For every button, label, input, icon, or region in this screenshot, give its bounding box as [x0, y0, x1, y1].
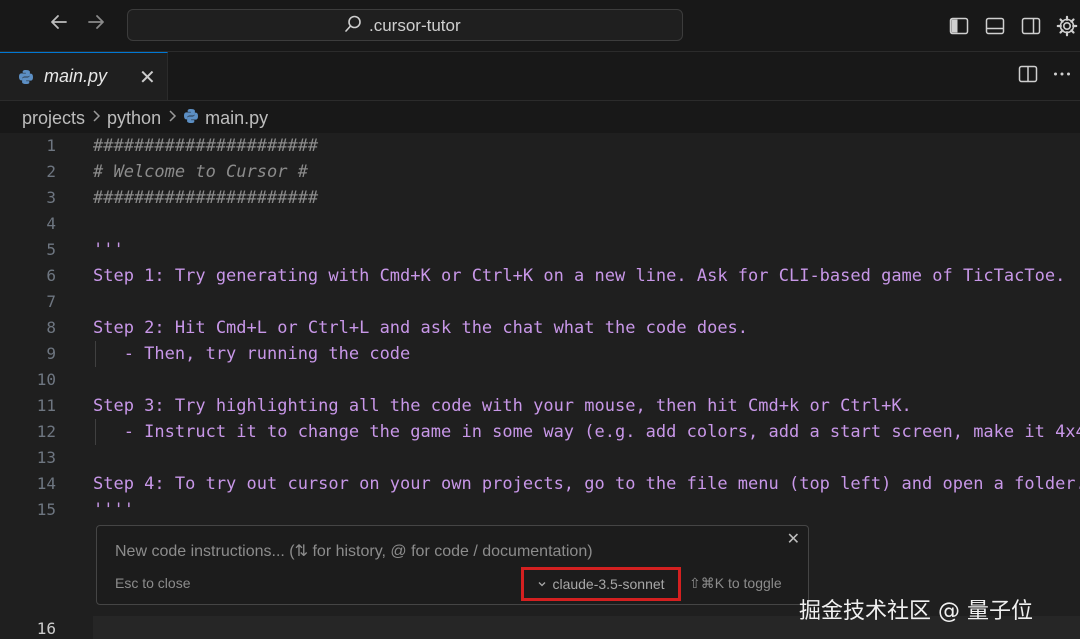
line-number: 13: [36, 448, 56, 467]
editor-tab-bar: main.py ✕: [0, 52, 1080, 101]
chevron-right-icon: [91, 109, 101, 128]
line-number: 4: [46, 214, 56, 233]
tab-label: main.py: [44, 66, 108, 86]
line-number: 10: [36, 370, 56, 389]
python-file-icon: [18, 69, 34, 90]
watermark: 掘金技术社区 @ 量子位: [799, 599, 1033, 624]
inline-edit-prompt[interactable]: New code instructions... (⇅ for history,…: [96, 525, 809, 605]
breadcrumb: projects python main.py: [22, 105, 268, 131]
line-text: - Then, try running the code: [93, 344, 411, 364]
line-text: Step 2: Hit Cmd+L or Ctrl+L and ask the …: [93, 318, 749, 338]
tab-main-py[interactable]: main.py ✕: [0, 52, 168, 100]
code-line: 10: [0, 367, 1080, 393]
code-line: 13: [0, 445, 1080, 471]
toggle-primary-sidebar-icon[interactable]: [946, 13, 972, 39]
code-editor[interactable]: 1 ###################### 2 # Welcome to …: [0, 133, 1080, 639]
line-text: Step 1: Try generating with Cmd+K or Ctr…: [93, 266, 1066, 286]
model-selector[interactable]: claude-3.5-sonnet: [521, 567, 681, 601]
code-line: 2 # Welcome to Cursor #: [0, 159, 1080, 185]
split-editor-icon[interactable]: [1018, 64, 1038, 89]
title-bar: .cursor-tutor: [0, 0, 1080, 52]
line-number: 5: [46, 240, 56, 259]
line-text: '''': [93, 500, 134, 520]
search-icon: [343, 14, 363, 39]
code-line: 8 Step 2: Hit Cmd+L or Ctrl+L and ask th…: [0, 315, 1080, 341]
line-text: # Welcome to Cursor #: [93, 162, 308, 182]
code-line: 14 Step 4: To try out cursor on your own…: [0, 471, 1080, 497]
line-text: Step 4: To try out cursor on your own pr…: [93, 474, 1080, 494]
toggle-hint: ⇧⌘K to toggle: [689, 575, 782, 591]
line-text: - Instruct it to change the game in some…: [93, 422, 1080, 442]
line-number: 11: [36, 396, 56, 415]
esc-hint: Esc to close: [115, 575, 191, 591]
prompt-input[interactable]: New code instructions... (⇅ for history,…: [115, 541, 593, 561]
code-line: 9 - Then, try running the code: [0, 341, 1080, 367]
command-center-search[interactable]: .cursor-tutor: [127, 9, 683, 41]
tab-close-icon[interactable]: ✕: [139, 65, 156, 90]
breadcrumb-item-python[interactable]: python: [107, 108, 161, 129]
toggle-panel-icon[interactable]: [982, 13, 1008, 39]
line-number: 1: [46, 136, 56, 155]
more-actions-icon[interactable]: [1052, 64, 1072, 89]
breadcrumb-item-projects[interactable]: projects: [22, 108, 85, 129]
line-text: ######################: [93, 188, 319, 208]
back-arrow-icon[interactable]: [46, 11, 72, 39]
line-number: 6: [46, 266, 56, 285]
code-line: 5 ''': [0, 237, 1080, 263]
code-line: 12 - Instruct it to change the game in s…: [0, 419, 1080, 445]
code-line: 3 ######################: [0, 185, 1080, 211]
model-name: claude-3.5-sonnet: [552, 576, 665, 592]
code-line: 15 '''': [0, 497, 1080, 523]
line-number: 7: [46, 292, 56, 311]
python-file-icon: [183, 108, 199, 129]
chevron-right-icon: [167, 109, 177, 128]
prompt-close-icon[interactable]: ✕: [787, 529, 800, 549]
line-text: ######################: [93, 136, 319, 156]
line-number: 2: [46, 162, 56, 181]
line-text: ''': [93, 240, 124, 260]
settings-gear-icon[interactable]: [1054, 13, 1080, 39]
line-number: 14: [36, 474, 56, 493]
toggle-secondary-sidebar-icon[interactable]: [1018, 13, 1044, 39]
line-number: 3: [46, 188, 56, 207]
code-line: 11 Step 3: Try highlighting all the code…: [0, 393, 1080, 419]
line-number: 12: [36, 422, 56, 441]
line-number: 9: [46, 344, 56, 363]
chevron-down-icon: [537, 576, 547, 592]
search-label: .cursor-tutor: [369, 16, 461, 35]
forward-arrow-icon[interactable]: [83, 11, 109, 39]
line-text: Step 3: Try highlighting all the code wi…: [93, 396, 912, 416]
code-line: 7: [0, 289, 1080, 315]
line-number: 16: [36, 619, 56, 638]
line-number: 8: [46, 318, 56, 337]
line-number: 15: [36, 500, 56, 519]
code-line: 1 ######################: [0, 133, 1080, 159]
breadcrumb-item-main-py[interactable]: main.py: [205, 108, 268, 129]
code-line: 4: [0, 211, 1080, 237]
code-line: 6 Step 1: Try generating with Cmd+K or C…: [0, 263, 1080, 289]
